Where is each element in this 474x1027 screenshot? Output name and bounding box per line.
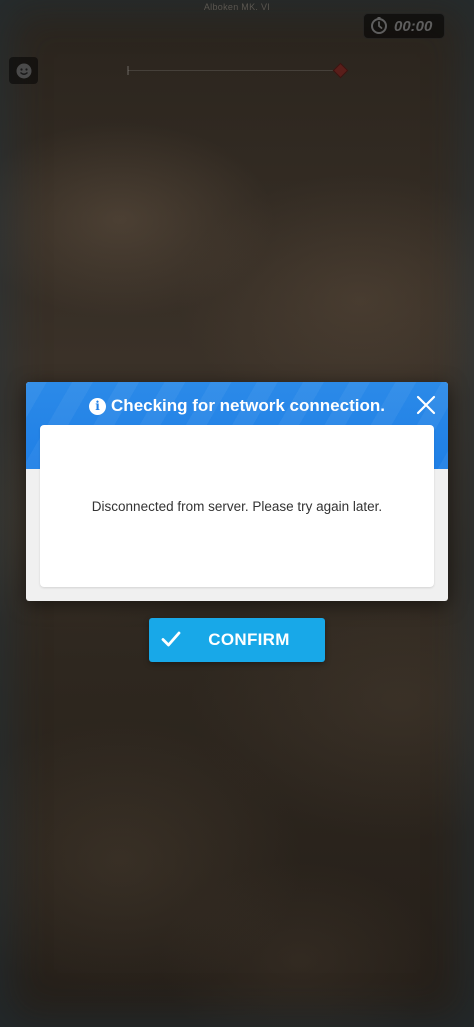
network-error-dialog: i Checking for network connection. Disco… xyxy=(26,382,448,601)
smiley-icon xyxy=(16,63,31,78)
emote-button[interactable] xyxy=(9,57,38,84)
mech-name-label: Alboken MK. VI xyxy=(203,2,271,12)
clock-icon xyxy=(371,17,387,34)
timer-value: 00:00 xyxy=(394,17,433,35)
dialog-message: Disconnected from server. Please try aga… xyxy=(91,498,383,514)
info-icon: i xyxy=(89,397,107,415)
progress-track xyxy=(128,70,342,71)
progress-marker xyxy=(332,62,349,79)
dialog-title-row: i Checking for network connection. xyxy=(26,395,448,417)
confirm-button[interactable]: CONFIRM xyxy=(149,618,325,662)
confirm-label: CONFIRM xyxy=(208,630,290,649)
game-screen: Alboken MK. VI 00:00 i Checking for netw… xyxy=(0,0,474,1027)
dialog-title: Checking for network connection. xyxy=(111,396,385,415)
close-icon[interactable] xyxy=(415,394,437,416)
dialog-body: Disconnected from server. Please try aga… xyxy=(40,425,434,587)
match-timer: 00:00 xyxy=(363,13,445,39)
